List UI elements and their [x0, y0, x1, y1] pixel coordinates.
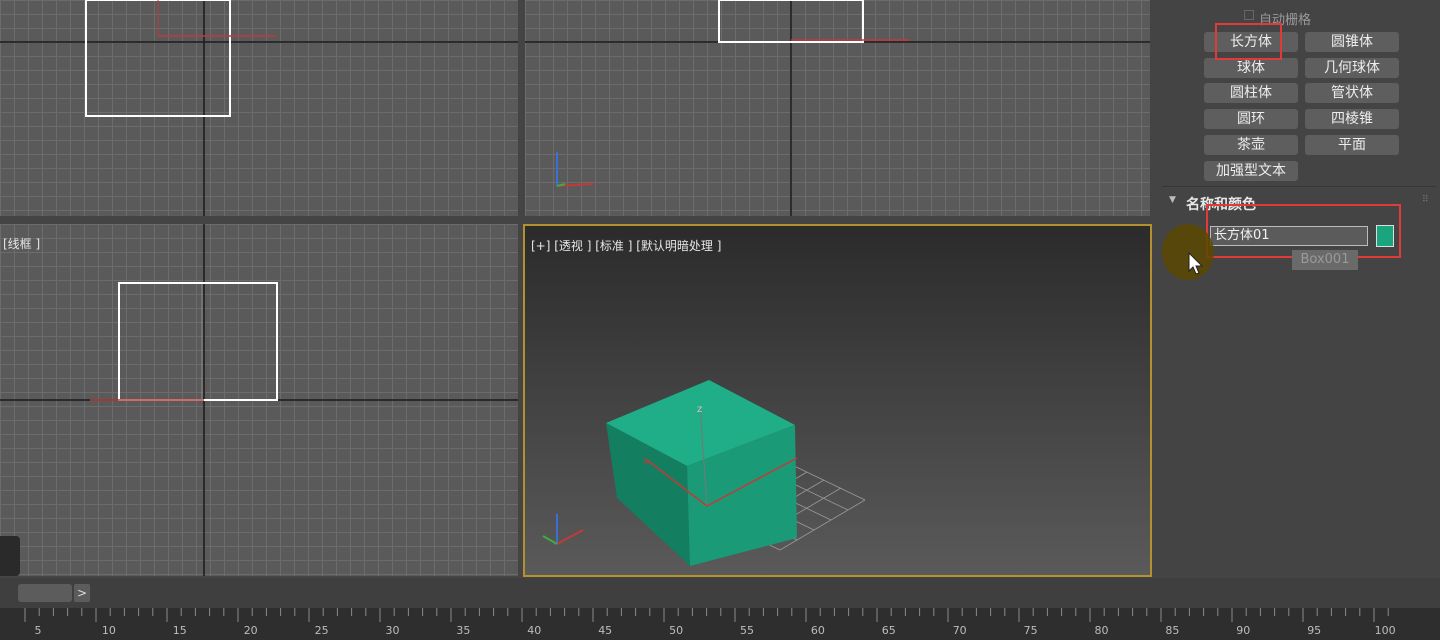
front-scene: [0, 224, 518, 576]
object-button-teapot[interactable]: 茶壶: [1204, 135, 1298, 155]
mouse-cursor-icon: [1188, 252, 1204, 275]
auto-grid-checkbox[interactable]: [1244, 10, 1254, 20]
ruler-tick-label: 55: [740, 624, 754, 637]
gizmo-x: [556, 529, 584, 545]
ruler-tick-label: 20: [243, 624, 258, 637]
next-frame-button[interactable]: >: [74, 584, 90, 602]
axis-z-label: z: [697, 404, 702, 415]
panel-grip-icon: ⠿: [1422, 195, 1429, 205]
time-slider[interactable]: [18, 584, 72, 602]
object-button-cone[interactable]: 圆锥体: [1305, 32, 1399, 52]
ruler-tick-label: 70: [952, 624, 967, 637]
collapse-arrow-icon[interactable]: ▼: [1169, 195, 1176, 205]
frame-ruler[interactable]: 5 10 15 20 25 30 35 40 45 50 55 60 65 70 75 80 85 90 95 100: [0, 608, 1440, 640]
axis-x-label: x: [643, 456, 649, 467]
viewport-perspective[interactable]: [+] [透视 ] [标准 ] [默认明暗处理 ] z x: [523, 224, 1152, 577]
ruler-tick-label: 15: [172, 624, 187, 637]
ruler-tick-label: 30: [385, 624, 400, 637]
object-button-textplus[interactable]: 加强型文本: [1204, 161, 1298, 181]
ruler-tick-label: 80: [1094, 624, 1109, 637]
ruler-tick-label: 90: [1236, 624, 1251, 637]
ruler-tick-label: 50: [669, 624, 684, 637]
ruler-tick-label: 35: [456, 624, 471, 637]
ruler-tick-label: 100: [1374, 624, 1396, 637]
ruler-tick-label: 25: [314, 624, 329, 637]
ruler-tick-label: 45: [598, 624, 613, 637]
timeline: > 5 10 15 20 25 30 35 40 45 50 55 60 65 70 75 80 85 90 95 1…: [0, 578, 1440, 640]
section-divider: [1162, 186, 1436, 187]
top-right-scene: [525, 0, 1150, 216]
object-button-geosphere[interactable]: 几何球体: [1305, 58, 1399, 78]
object-button-pyramid[interactable]: 四棱锥: [1305, 109, 1399, 129]
object-button-plane[interactable]: 平面: [1305, 135, 1399, 155]
top-left-scene: [0, 0, 518, 216]
object-button-torus[interactable]: 圆环: [1204, 109, 1298, 129]
ruler-tick-label: 5: [34, 624, 42, 637]
object-button-sphere[interactable]: 球体: [1204, 58, 1298, 78]
object-button-cylinder[interactable]: 圆柱体: [1204, 83, 1298, 103]
ruler-tick-label: 95: [1307, 624, 1322, 637]
ruler-ticks: [24, 608, 1389, 622]
ruler-tick-label: 75: [1023, 624, 1038, 637]
box-wireframe: [118, 282, 278, 401]
object-button-tube[interactable]: 管状体: [1305, 83, 1399, 103]
ruler-tick-label: 60: [810, 624, 825, 637]
viewport-top-right[interactable]: [525, 0, 1150, 216]
gizmo-y: [542, 535, 558, 545]
viewport-top-left[interactable]: [0, 0, 518, 216]
left-edge-tab[interactable]: [0, 536, 20, 576]
ruler-tick-label: 40: [527, 624, 542, 637]
ruler-tick-label: 10: [101, 624, 116, 637]
viewport-front[interactable]: [线框 ]: [0, 224, 518, 576]
perspective-scene: z x: [542, 380, 866, 566]
ruler-tick-label: 85: [1165, 624, 1180, 637]
name-tooltip: Box001: [1292, 250, 1358, 270]
ruler-tick-label: 65: [881, 624, 896, 637]
highlight-box-button: [1215, 23, 1282, 60]
